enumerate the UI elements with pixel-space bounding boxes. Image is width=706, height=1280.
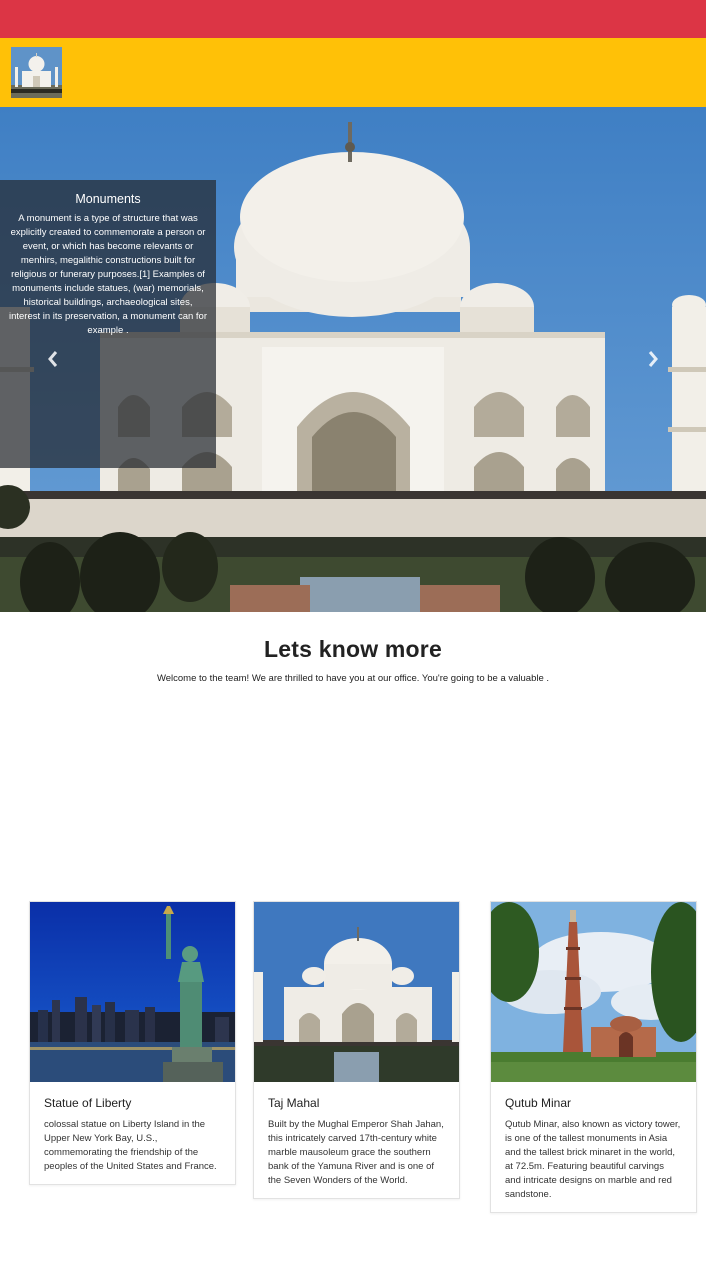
caption-title: Monuments <box>75 192 141 206</box>
card-image-container <box>491 902 696 1082</box>
navbar <box>0 38 706 107</box>
card-body: Qutub Minar Qutub Minar, also known as v… <box>491 1082 696 1212</box>
carousel-next-button[interactable] <box>638 339 668 379</box>
card-text: Built by the Mughal Emperor Shah Jahan, … <box>268 1119 444 1186</box>
monument-card: Taj Mahal Built by the Mughal Emperor Sh… <box>253 901 460 1199</box>
carousel-caption: Monuments A monument is a type of struct… <box>0 180 216 468</box>
top-bar <box>0 0 706 38</box>
section-subtitle: Welcome to the team! We are thrilled to … <box>156 673 550 684</box>
card-text: colossal statue on Liberty Island in the… <box>44 1119 217 1172</box>
card-text: Qutub Minar, also known as victory tower… <box>505 1119 681 1200</box>
card-title: Statue of Liberty <box>44 1096 132 1110</box>
card-title: Qutub Minar <box>505 1096 572 1110</box>
card-image-container <box>254 902 459 1082</box>
taj-mahal-logo-image <box>11 47 62 98</box>
caption-text: A monument is a type of structure that w… <box>8 213 207 336</box>
hero-carousel: Monuments A monument is a type of struct… <box>0 107 706 612</box>
card-body: Taj Mahal Built by the Mughal Emperor Sh… <box>254 1082 459 1198</box>
carousel-prev-button[interactable] <box>38 339 68 379</box>
card-image-container <box>30 902 235 1082</box>
taj-mahal-image <box>254 902 459 1082</box>
card-body: Statue of Liberty colossal statue on Lib… <box>30 1082 235 1184</box>
card-title: Taj Mahal <box>268 1096 320 1110</box>
statue-of-liberty-image <box>30 902 235 1082</box>
monument-card: Statue of Liberty colossal statue on Lib… <box>29 901 236 1185</box>
chevron-left-icon <box>48 351 58 367</box>
monument-card: Qutub Minar Qutub Minar, also known as v… <box>490 901 697 1213</box>
chevron-right-icon <box>648 351 658 367</box>
qutub-minar-image <box>491 902 696 1082</box>
logo[interactable] <box>11 47 62 98</box>
section-title: Lets know more <box>264 636 442 662</box>
